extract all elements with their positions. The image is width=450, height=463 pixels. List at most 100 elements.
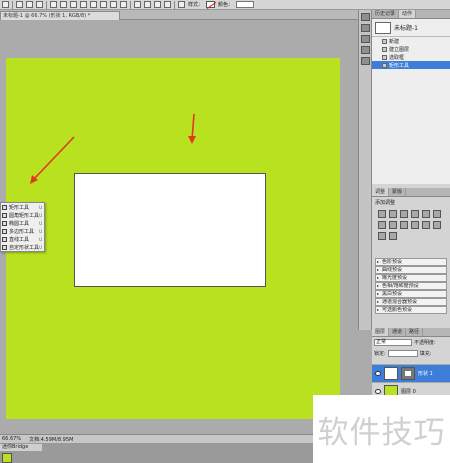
flyout-item-line[interactable]: 直线工具 U <box>1 235 44 243</box>
adjustments-title: 添加调整 <box>375 200 396 206</box>
tab-masks[interactable]: 蒙版 <box>389 188 407 196</box>
document-tab-bar: 未标题-1 @ 66.7% (形状 1, RGB/8) * <box>0 10 360 20</box>
invert-icon[interactable] <box>422 221 430 229</box>
curves-icon[interactable] <box>400 210 408 218</box>
layer-thumbnail <box>384 367 398 380</box>
history-item-label: 新建 <box>389 38 400 45</box>
vibrance-icon[interactable] <box>422 210 430 218</box>
eye-icon[interactable] <box>375 389 381 394</box>
layer-row-shape[interactable]: 形状 1 <box>372 364 450 382</box>
tab-layers[interactable]: 图层 <box>372 328 390 336</box>
rectangle-tool-icon <box>2 204 7 210</box>
fill-pixels-icon[interactable] <box>36 1 43 8</box>
preset-black-white[interactable]: 黑白预设 <box>375 290 447 298</box>
intersect-icon[interactable] <box>154 1 161 8</box>
tool-preset-icon[interactable] <box>2 1 9 8</box>
hue-saturation-icon[interactable] <box>433 210 441 218</box>
shape-tool-flyout: 矩形工具 U 圆角矩形工具 U 椭圆工具 U 多边形工具 U 直线工具 U 自定… <box>0 202 45 252</box>
brightness-icon[interactable] <box>378 210 386 218</box>
tab-channels[interactable]: 通道 <box>389 328 407 336</box>
history-item-label: 选取框 <box>389 54 405 61</box>
flyout-item-rectangle[interactable]: 矩形工具 U <box>1 203 44 211</box>
lock-icons[interactable] <box>387 350 418 357</box>
zoom-level[interactable]: 66.67% <box>2 436 21 442</box>
shortcut-key: U <box>39 212 42 218</box>
layers-panel-tabs: 图层 通道 路径 <box>372 328 450 337</box>
flyout-item-polygon[interactable]: 多边形工具 U <box>1 227 44 235</box>
blend-controls: 正常 不透明度: <box>372 337 450 348</box>
subtract-icon[interactable] <box>144 1 151 8</box>
flyout-item-custom-shape[interactable]: 自定形状工具 U <box>1 243 44 251</box>
color-balance-icon[interactable] <box>378 221 386 229</box>
flyout-item-rounded-rectangle[interactable]: 圆角矩形工具 U <box>1 211 44 219</box>
preset-exposure[interactable]: 曝光度预设 <box>375 274 447 282</box>
history-item-label: 建立图层 <box>389 46 410 53</box>
shortcut-key: U <box>39 236 42 242</box>
shape-layers-icon[interactable] <box>16 1 23 8</box>
layer-name: 形状 1 <box>418 371 433 377</box>
eye-icon[interactable] <box>375 371 381 376</box>
white-rectangle-shape[interactable] <box>74 173 266 287</box>
canvas[interactable] <box>6 58 340 419</box>
tab-paths[interactable]: 路径 <box>406 328 424 336</box>
combine-icon[interactable] <box>134 1 141 8</box>
history-step-icon <box>382 46 387 52</box>
panel-icon[interactable] <box>361 46 370 54</box>
levels-icon[interactable] <box>389 210 397 218</box>
color-swatch[interactable] <box>236 1 255 8</box>
custom-shape-tool-icon <box>2 244 7 250</box>
tab-actions[interactable]: 动作 <box>399 10 417 18</box>
panel-icon[interactable] <box>361 24 370 32</box>
preset-levels[interactable]: 色阶预设 <box>375 258 447 266</box>
black-white-icon[interactable] <box>389 221 397 229</box>
freeform-pen-icon[interactable] <box>60 1 67 8</box>
history-item[interactable]: 选取框 <box>372 53 450 61</box>
preset-channel-mixer[interactable]: 通道混合器预设 <box>375 298 447 306</box>
paths-icon[interactable] <box>26 1 33 8</box>
link-icon[interactable] <box>178 1 185 8</box>
style-label: 样式： <box>188 2 204 8</box>
exposure-icon[interactable] <box>411 210 419 218</box>
panel-icon[interactable] <box>361 13 370 21</box>
rectangle-icon[interactable] <box>70 1 77 8</box>
flyout-label: 自定形状工具 <box>9 244 40 251</box>
preset-curves[interactable]: 曲线预设 <box>375 266 447 274</box>
history-item[interactable]: 新建 <box>372 37 450 45</box>
ellipse-icon[interactable] <box>90 1 97 8</box>
polygon-icon[interactable] <box>100 1 107 8</box>
bottom-panel: 迷你Bridge <box>0 443 358 463</box>
threshold-icon[interactable] <box>378 232 386 240</box>
flyout-label: 多边形工具 <box>9 228 35 235</box>
exclude-icon[interactable] <box>164 1 171 8</box>
history-item[interactable]: 建立图层 <box>372 45 450 53</box>
fill-label: 填充: <box>419 351 432 357</box>
gradient-map-icon[interactable] <box>389 232 397 240</box>
blend-mode-select[interactable]: 正常 <box>374 339 412 346</box>
rounded-rectangle-icon[interactable] <box>80 1 87 8</box>
collapsed-panel-icons <box>358 10 372 330</box>
channel-mixer-icon[interactable] <box>411 221 419 229</box>
tab-mini-bridge[interactable]: 迷你Bridge <box>0 444 42 451</box>
tab-history[interactable]: 历史记录 <box>372 10 400 18</box>
flyout-item-ellipse[interactable]: 椭圆工具 U <box>1 219 44 227</box>
line-icon[interactable] <box>110 1 117 8</box>
snapshot-thumbnail <box>375 21 391 34</box>
posterize-icon[interactable] <box>433 221 441 229</box>
status-bar: 66.67% 文档:4.59M/8.95M <box>0 434 358 443</box>
tab-adjustments[interactable]: 调整 <box>372 188 390 196</box>
custom-shape-icon[interactable] <box>120 1 127 8</box>
photo-filter-icon[interactable] <box>400 221 408 229</box>
history-snapshot[interactable]: 未标题-1 <box>372 19 450 37</box>
history-step-icon <box>382 54 387 60</box>
style-picker[interactable] <box>206 1 216 8</box>
document-tab[interactable]: 未标题-1 @ 66.7% (形状 1, RGB/8) * <box>0 11 120 20</box>
panel-icon[interactable] <box>361 57 370 65</box>
lock-controls: 锁定: 填充: <box>372 348 450 359</box>
adjustments-panel-tabs: 调整 蒙版 <box>372 188 450 197</box>
panel-icon[interactable] <box>361 35 370 43</box>
preset-selective-color[interactable]: 可选颜色预设 <box>375 306 447 314</box>
pen-icon[interactable] <box>50 1 57 8</box>
history-item-label: 矩形工具 <box>389 62 410 69</box>
history-item-selected[interactable]: 矩形工具 <box>372 61 450 69</box>
preset-hue-saturation[interactable]: 色相/饱和度预设 <box>375 282 447 290</box>
